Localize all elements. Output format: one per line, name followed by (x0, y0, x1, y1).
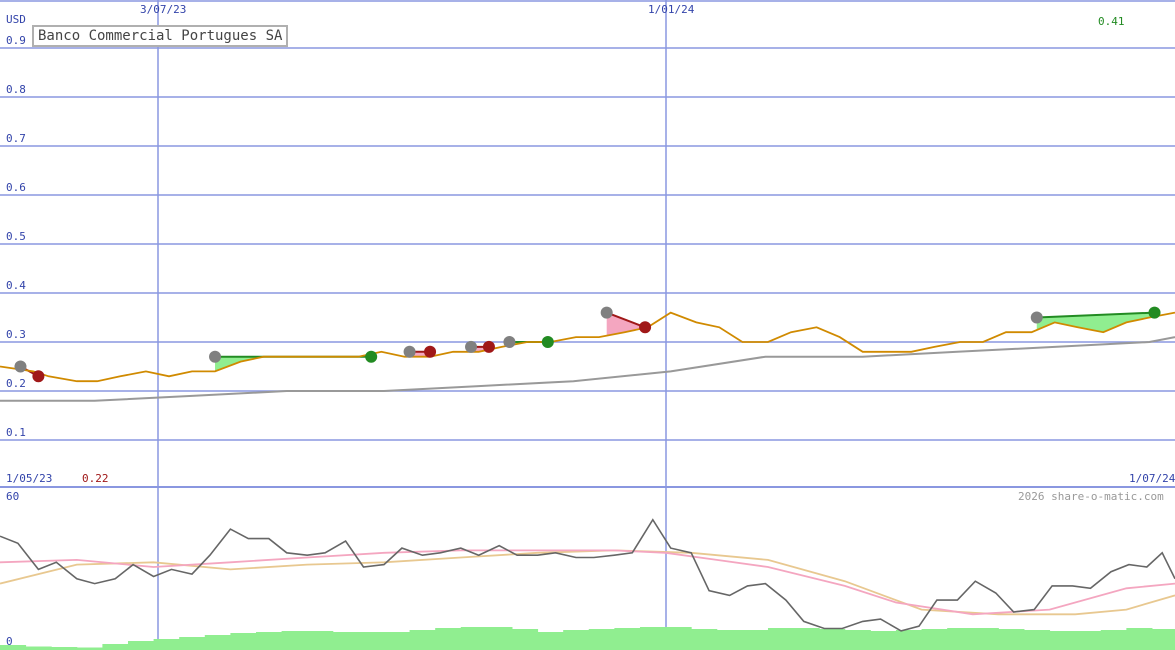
y-tick-label: 0.5 (6, 230, 26, 243)
date-bottom-right: 1/07/24 (1129, 472, 1175, 485)
date-bottom-left: 1/05/23 (6, 472, 52, 485)
volume-bar (435, 628, 462, 650)
currency-label: USD (6, 13, 26, 26)
volume-bar (691, 629, 718, 650)
volume-bar (307, 631, 334, 650)
volume-bar (947, 628, 974, 650)
low-price-label: 0.22 (82, 472, 109, 485)
volume-bar (742, 630, 769, 650)
volume-bar (716, 630, 743, 650)
volume-bar (409, 630, 436, 650)
volume-bar (1100, 630, 1127, 650)
volume-bar (102, 644, 129, 650)
volume-bar (0, 645, 27, 650)
volume-bar (1023, 630, 1051, 650)
y-tick-label: 0.6 (6, 181, 26, 194)
grid-lines (0, 0, 1175, 640)
volume-bar (281, 631, 308, 650)
y-tick-label: 0.8 (6, 83, 26, 96)
neutral-trade-marker (1030, 311, 1043, 324)
volume-bar (1075, 631, 1102, 650)
trade-range-fills (19, 311, 1155, 378)
osc_slow-line (0, 549, 1175, 616)
osc-label-top: 60 (6, 490, 19, 503)
sell-trade-marker (639, 321, 652, 334)
buy-trade-marker (365, 350, 378, 363)
sell-trade-marker (424, 345, 437, 358)
trade-markers (14, 306, 1161, 383)
buy-trade-marker (541, 336, 554, 348)
sell-trade-marker (32, 370, 45, 383)
price-line (0, 311, 1175, 383)
date-top-2: 1/01/24 (648, 3, 695, 16)
y-tick-label: 0.2 (6, 377, 26, 390)
volume-bar (25, 646, 52, 650)
y-tick-label: 0.1 (6, 426, 26, 439)
volume-bar (563, 630, 590, 650)
volume-bar (179, 637, 206, 650)
last-price-label: 0.41 (1098, 15, 1125, 28)
volume-bar (844, 630, 871, 650)
volume-bar (793, 628, 820, 650)
volume-bar (1151, 629, 1175, 650)
chart-title: Banco Commercial Portugues SA (32, 25, 289, 47)
volume-bar (614, 628, 641, 650)
volume-bar (332, 632, 359, 650)
neutral-trade-marker (209, 350, 222, 363)
volume-bar (383, 632, 411, 650)
volume-bar (1049, 631, 1076, 650)
volume-bar (998, 629, 1025, 650)
osc-label-bottom: 0 (6, 635, 13, 648)
volume-bar (537, 632, 564, 650)
volume-bar (255, 632, 283, 650)
volume-bar (1126, 628, 1153, 650)
volume-bars (0, 627, 1175, 650)
volume-bar (153, 639, 180, 650)
volume-bar (819, 629, 846, 650)
price-series-line (0, 311, 1175, 383)
sell-trade-marker (482, 340, 495, 353)
buy-trade-marker (1148, 306, 1161, 319)
y-tick-label: 0.4 (6, 279, 26, 292)
stock-chart: USD 3/07/23 1/01/24 0.41 1/05/23 0.22 1/… (0, 0, 1175, 650)
volume-bar (767, 628, 795, 650)
volume-bar (358, 632, 385, 650)
volume-bar (127, 641, 155, 650)
date-top-1: 3/07/23 (140, 3, 186, 16)
volume-bar (870, 631, 897, 650)
volume-bar (460, 627, 487, 650)
y-tick-label: 0.9 (6, 34, 26, 47)
y-tick-label: 0.7 (6, 132, 26, 145)
volume-bar (895, 630, 923, 650)
volume-bar (665, 627, 692, 650)
neutral-trade-marker (403, 345, 416, 358)
oscillator-lines (0, 518, 1175, 632)
volume-bar (588, 629, 615, 650)
volume-bar (639, 627, 667, 650)
osc_fast-line (0, 549, 1175, 616)
volume-bar (972, 628, 999, 650)
neutral-trade-marker (14, 360, 27, 373)
volume-bar (486, 627, 513, 650)
volume-bar (511, 629, 539, 650)
y-tick-label: 0.3 (6, 328, 26, 341)
watermark: 2026 share-o-matic.com (1018, 490, 1164, 503)
volume-bar (921, 629, 948, 650)
volume-bar (230, 633, 257, 650)
neutral-trade-marker (503, 336, 516, 348)
neutral-trade-marker (465, 340, 478, 353)
neutral-trade-marker (600, 306, 613, 319)
volume-bar (204, 635, 231, 650)
